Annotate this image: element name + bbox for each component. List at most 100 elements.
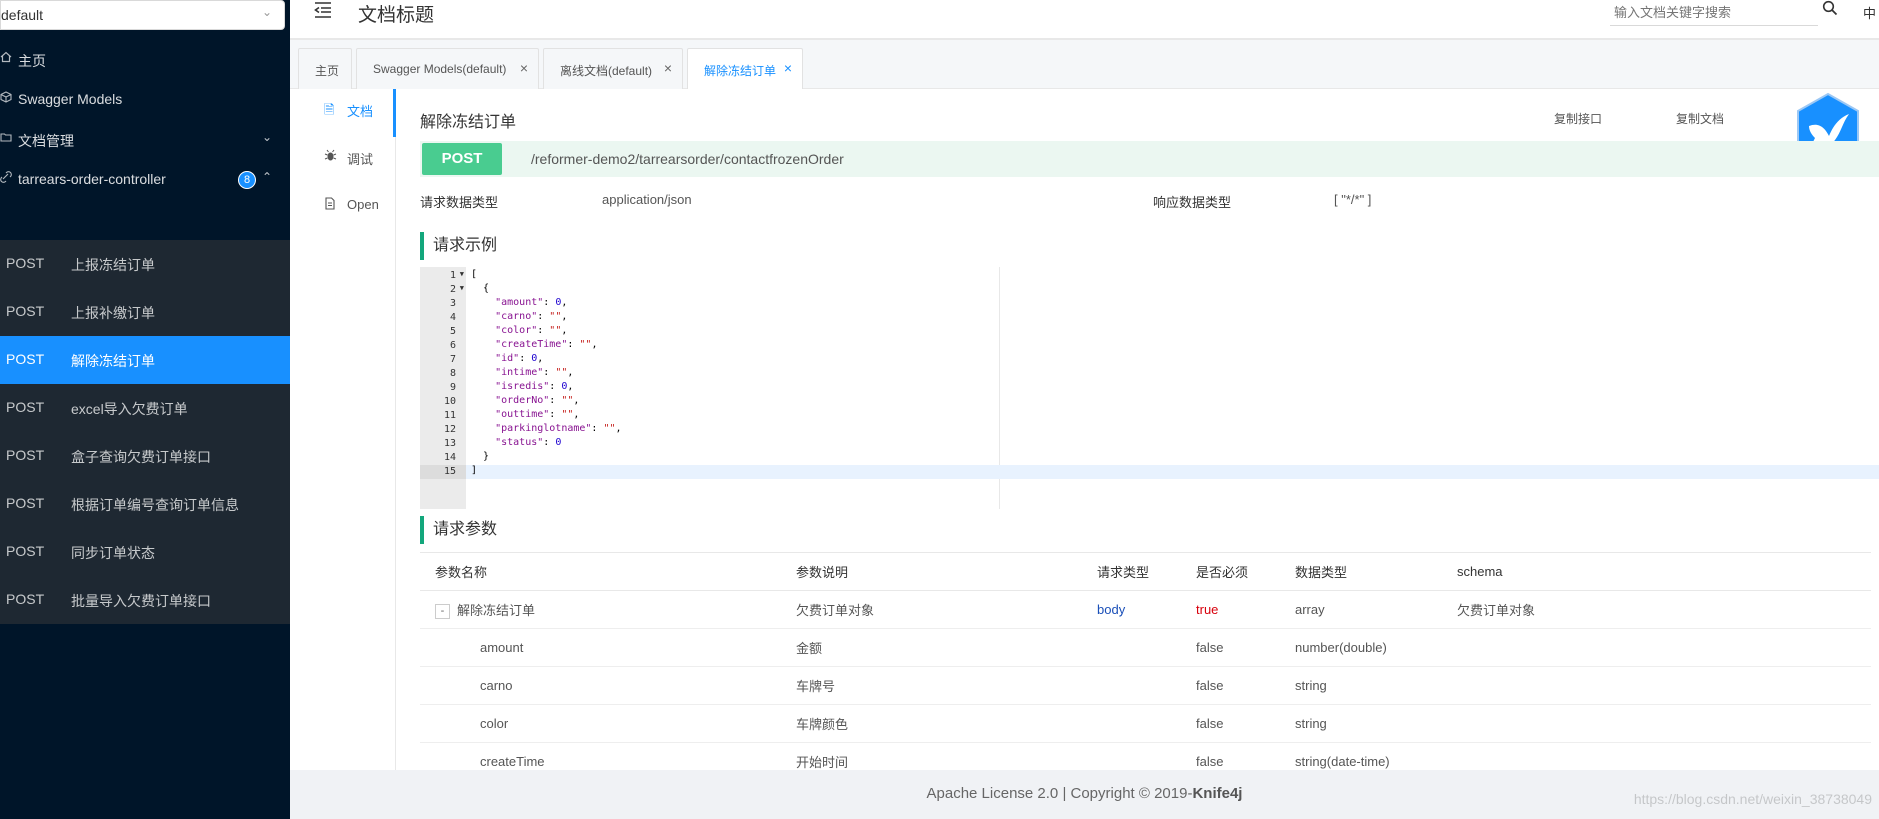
group-select-value: default [1, 7, 44, 23]
endpoint-item[interactable]: POST 批量导入欠费订单接口 [0, 576, 290, 624]
param-schema [1442, 628, 1871, 667]
line-number-text: 4 [449, 312, 456, 323]
table-row: color 车牌颜色 false string [420, 704, 1871, 743]
table-row: - 解除冻结订单 欠费订单对象 body true array 欠费订单对象 [420, 590, 1871, 629]
param-in [1082, 742, 1181, 770]
endpoint-item[interactable]: POST excel导入欠费订单 [0, 384, 290, 432]
code-line: { [471, 283, 489, 297]
table-row: carno 车牌号 false string [420, 666, 1871, 705]
tab-bar: 主页 Swagger Models(default) × 离线文档(defaul… [290, 40, 1879, 90]
tab-home[interactable]: 主页 [298, 48, 352, 89]
folder-icon [0, 131, 14, 149]
param-schema [1442, 666, 1871, 705]
endpoint-item[interactable]: POST 上报补缴订单 [0, 288, 290, 336]
sidebar-item-controller[interactable]: tarrears-order-controller 8 ⌃ [0, 156, 290, 204]
param-name: amount [420, 628, 781, 667]
line-number-text: 7 [449, 354, 456, 365]
endpoint-item-active[interactable]: POST 解除冻结订单 [0, 336, 290, 384]
code-text: "intime": "", [495, 367, 574, 378]
copy-doc-link[interactable]: 复制文档 [1676, 110, 1724, 127]
param-name: createTime [420, 742, 781, 770]
line-number: 2 ▼ [420, 283, 466, 297]
bug-icon [324, 149, 337, 165]
line-number-text: 14 [443, 452, 456, 463]
endpoint-method: POST [6, 447, 45, 463]
line-number-text: 9 [449, 382, 456, 393]
license-text: Apache License 2.0 | Copyright © 2019- [926, 785, 1193, 802]
footer: Apache License 2.0 | Copyright © 2019-Kn… [290, 770, 1879, 819]
param-type: array [1280, 590, 1442, 629]
line-number: 11 [420, 409, 466, 423]
endpoint-label: 上报补缴订单 [71, 305, 155, 321]
code-line: "intime": "", [471, 367, 573, 381]
group-select[interactable]: default ⌄ [0, 0, 285, 30]
watermark: https://blog.csdn.net/weixin_38738049 [1633, 791, 1872, 807]
close-icon[interactable]: × [784, 60, 792, 76]
brand-name[interactable]: Knife4j [1192, 785, 1242, 802]
line-number: 15 [420, 465, 466, 479]
code-text: { [471, 283, 490, 294]
tab-label: Swagger Models(default) [373, 62, 507, 76]
line-number: 3 [420, 297, 466, 311]
endpoint-label: 同步订单状态 [71, 545, 155, 561]
collapse-toggle[interactable]: - [435, 604, 450, 620]
line-number-text: 15 [443, 466, 456, 477]
sidebar-item-label: 主页 [18, 53, 46, 69]
mode-doc[interactable]: 🗎 文档 [290, 89, 396, 137]
param-required: false [1181, 704, 1280, 743]
tab-swagger-models[interactable]: Swagger Models(default) × [356, 48, 539, 89]
tab-unfreeze-order[interactable]: 解除冻结订单 × [687, 48, 803, 90]
page-title: 文档标题 [358, 5, 435, 26]
column-header: 请求类型 [1082, 552, 1181, 591]
menu-fold-icon[interactable] [313, 0, 333, 26]
endpoint-method: POST [6, 303, 45, 319]
chevron-down-icon: ⌄ [261, 5, 272, 19]
fold-icon[interactable]: ▼ [460, 270, 464, 278]
response-type-label: 响应数据类型 [1153, 195, 1232, 210]
param-schema [1442, 742, 1871, 770]
mode-debug[interactable]: 调试 [290, 137, 396, 185]
code-line: "color": "", [471, 325, 567, 339]
code-editor[interactable]: 1 ▼ 2 ▼ 3 4 5 6 7 8 9 10 11 12 13 14 15 [ { "amount": 0,… [420, 267, 1879, 509]
line-number-text: 12 [443, 424, 456, 435]
search-input[interactable] [1610, 0, 1818, 26]
param-in [1082, 628, 1181, 667]
line-number-text: 13 [443, 438, 456, 449]
tab-offline-doc[interactable]: 离线文档(default) × [543, 48, 683, 89]
copy-api-link[interactable]: 复制接口 [1554, 110, 1602, 127]
column-header: 是否必须 [1181, 552, 1280, 591]
fold-icon[interactable]: ▼ [460, 284, 464, 292]
line-number: 9 [420, 381, 466, 395]
endpoint-item[interactable]: POST 盒子查询欠费订单接口 [0, 432, 290, 480]
param-desc: 车牌颜色 [781, 704, 1082, 743]
line-number-text: 1 [449, 270, 456, 281]
code-line: [ [471, 269, 477, 283]
line-number-text: 3 [449, 298, 456, 309]
param-type: number(double) [1280, 628, 1442, 667]
line-number: 5 [420, 325, 466, 339]
param-in: body [1082, 590, 1181, 629]
tab-label: 主页 [315, 64, 340, 78]
param-desc: 欠费订单对象 [781, 590, 1082, 629]
param-type: string [1280, 704, 1442, 743]
param-required: false [1181, 742, 1280, 770]
code-line: "orderNo": "", [471, 395, 579, 409]
param-name: 解除冻结订单 [457, 602, 536, 618]
code-text: "status": 0 [495, 437, 562, 448]
code-text: "color": "", [495, 325, 568, 336]
endpoint-item[interactable]: POST 根据订单编号查询订单信息 [0, 480, 290, 528]
endpoint-item[interactable]: POST 同步订单状态 [0, 528, 290, 576]
code-text: } [471, 451, 490, 462]
close-icon[interactable]: × [520, 60, 528, 76]
mode-open[interactable]: Open [290, 185, 396, 233]
endpoint-label: 根据订单编号查询订单信息 [71, 497, 239, 513]
close-icon[interactable]: × [664, 60, 672, 76]
line-number: 13 [420, 437, 466, 451]
search-icon[interactable] [1822, 0, 1840, 18]
endpoint-item[interactable]: POST 上报冻结订单 [0, 240, 290, 288]
home-icon [0, 51, 14, 69]
column-header: 数据类型 [1280, 552, 1442, 591]
method-badge: POST [422, 143, 502, 175]
editor-code-area[interactable]: [ { "amount": 0, "carno": "", "color": "… [466, 267, 1879, 509]
language-switch[interactable]: 中 [1863, 3, 1876, 22]
